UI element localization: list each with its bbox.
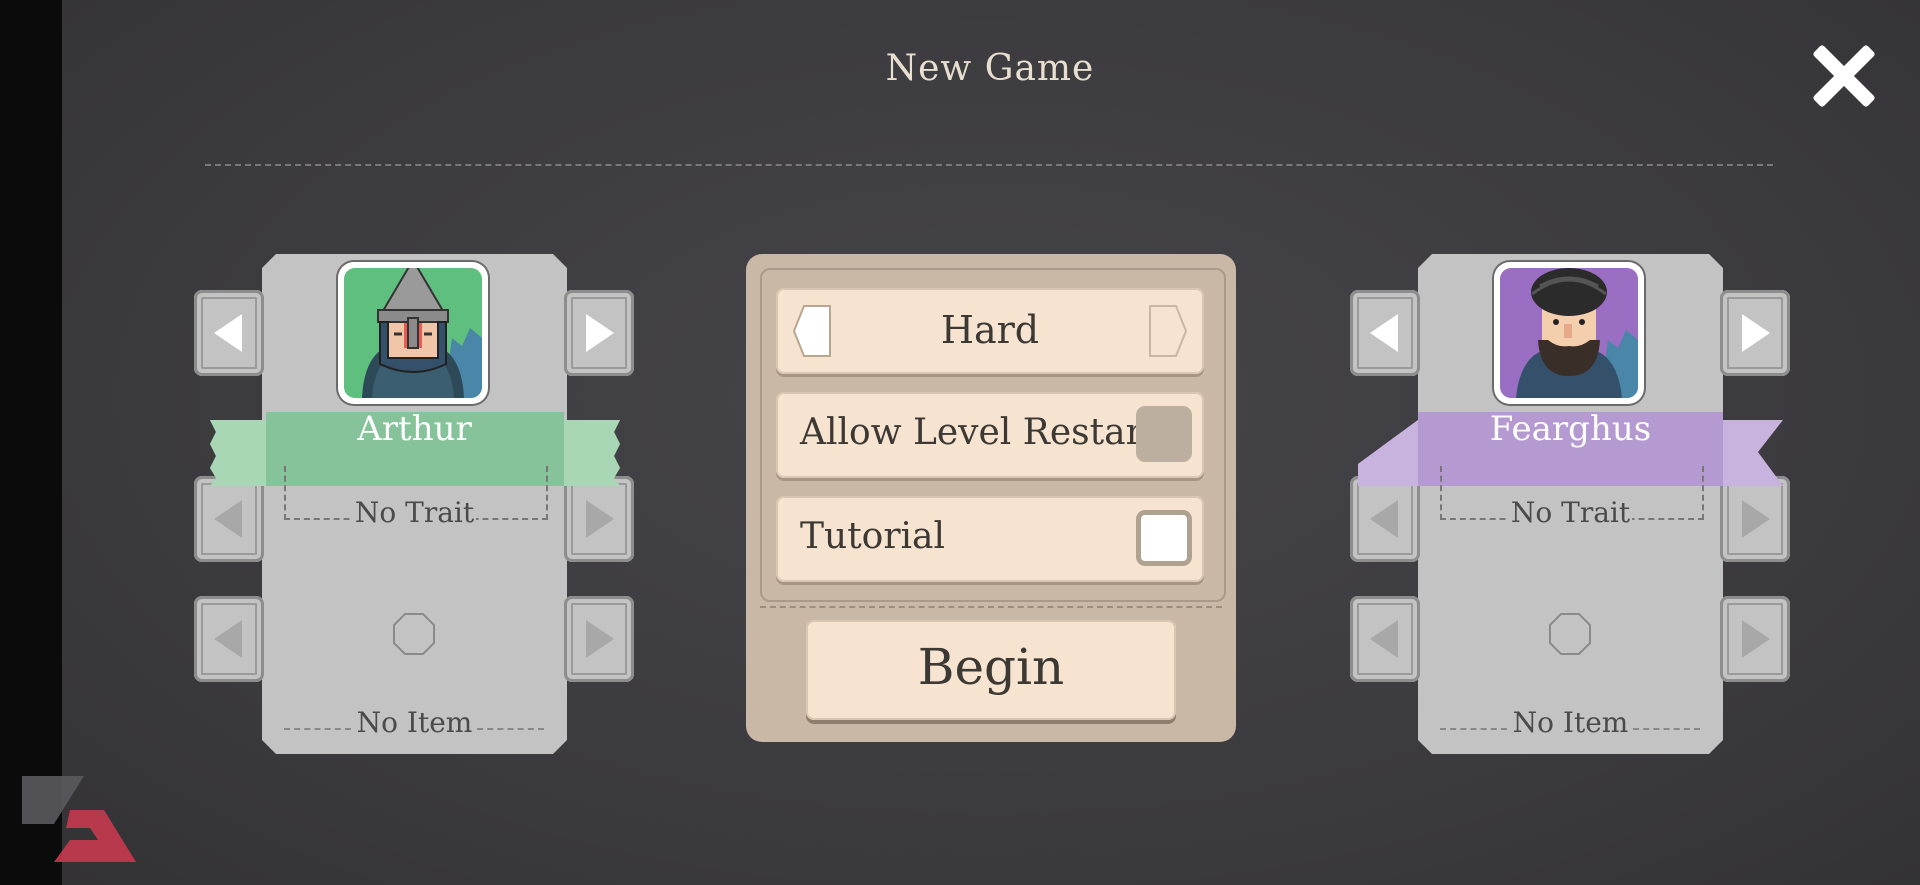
right-trait-prev-button[interactable] — [1350, 476, 1420, 562]
difficulty-label: Hard — [940, 308, 1040, 352]
close-icon[interactable] — [1806, 40, 1878, 112]
left-trait-prev-button[interactable] — [194, 476, 264, 562]
arrow-right-icon — [586, 314, 614, 352]
right-portrait-next-button[interactable] — [1720, 290, 1790, 376]
arrow-left-icon — [214, 500, 242, 538]
panel-divider — [760, 606, 1222, 608]
left-portrait-prev-button[interactable] — [194, 290, 264, 376]
difficulty-selector: Hard — [776, 288, 1204, 374]
right-portrait-prev-button[interactable] — [1350, 290, 1420, 376]
card-background — [262, 254, 567, 754]
tutorial-checkbox[interactable] — [1136, 510, 1192, 566]
allow-restarts-label: Allow Level Restarts — [800, 412, 1176, 453]
allow-restarts-row[interactable]: Allow Level Restarts — [776, 392, 1204, 478]
settings-panel: Hard Allow Level Restarts Tutorial Begin — [746, 254, 1236, 742]
screen-title: New Game — [885, 48, 1095, 89]
arrow-left-icon — [214, 620, 242, 658]
card-background — [1418, 254, 1723, 754]
arrow-right-icon — [1742, 620, 1770, 658]
watermark-logo-icon — [22, 776, 136, 862]
begin-label: Begin — [917, 638, 1065, 696]
left-item-next-button[interactable] — [564, 596, 634, 682]
right-item-next-button[interactable] — [1720, 596, 1790, 682]
left-edge-bar — [0, 0, 62, 885]
right-trait-next-button[interactable] — [1720, 476, 1790, 562]
arrow-right-icon — [586, 620, 614, 658]
left-portrait-next-button[interactable] — [564, 290, 634, 376]
right-item-prev-button[interactable] — [1350, 596, 1420, 682]
tutorial-label: Tutorial — [800, 516, 946, 557]
arrow-left-icon — [1370, 620, 1398, 658]
arrow-right-icon — [1742, 314, 1770, 352]
begin-button[interactable]: Begin — [806, 620, 1176, 720]
right-character-card — [1418, 254, 1723, 754]
arrow-left-icon — [1370, 314, 1398, 352]
allow-restarts-checkbox[interactable] — [1136, 406, 1192, 462]
arrow-right-icon — [586, 500, 614, 538]
left-character-card — [262, 254, 567, 754]
arrow-right-icon — [1742, 500, 1770, 538]
left-item-prev-button[interactable] — [194, 596, 264, 682]
arrow-left-icon — [214, 314, 242, 352]
title-divider — [205, 164, 1773, 166]
left-trait-next-button[interactable] — [564, 476, 634, 562]
arrow-left-icon — [1370, 500, 1398, 538]
difficulty-next-button[interactable] — [1146, 302, 1190, 360]
tutorial-row[interactable]: Tutorial — [776, 496, 1204, 582]
